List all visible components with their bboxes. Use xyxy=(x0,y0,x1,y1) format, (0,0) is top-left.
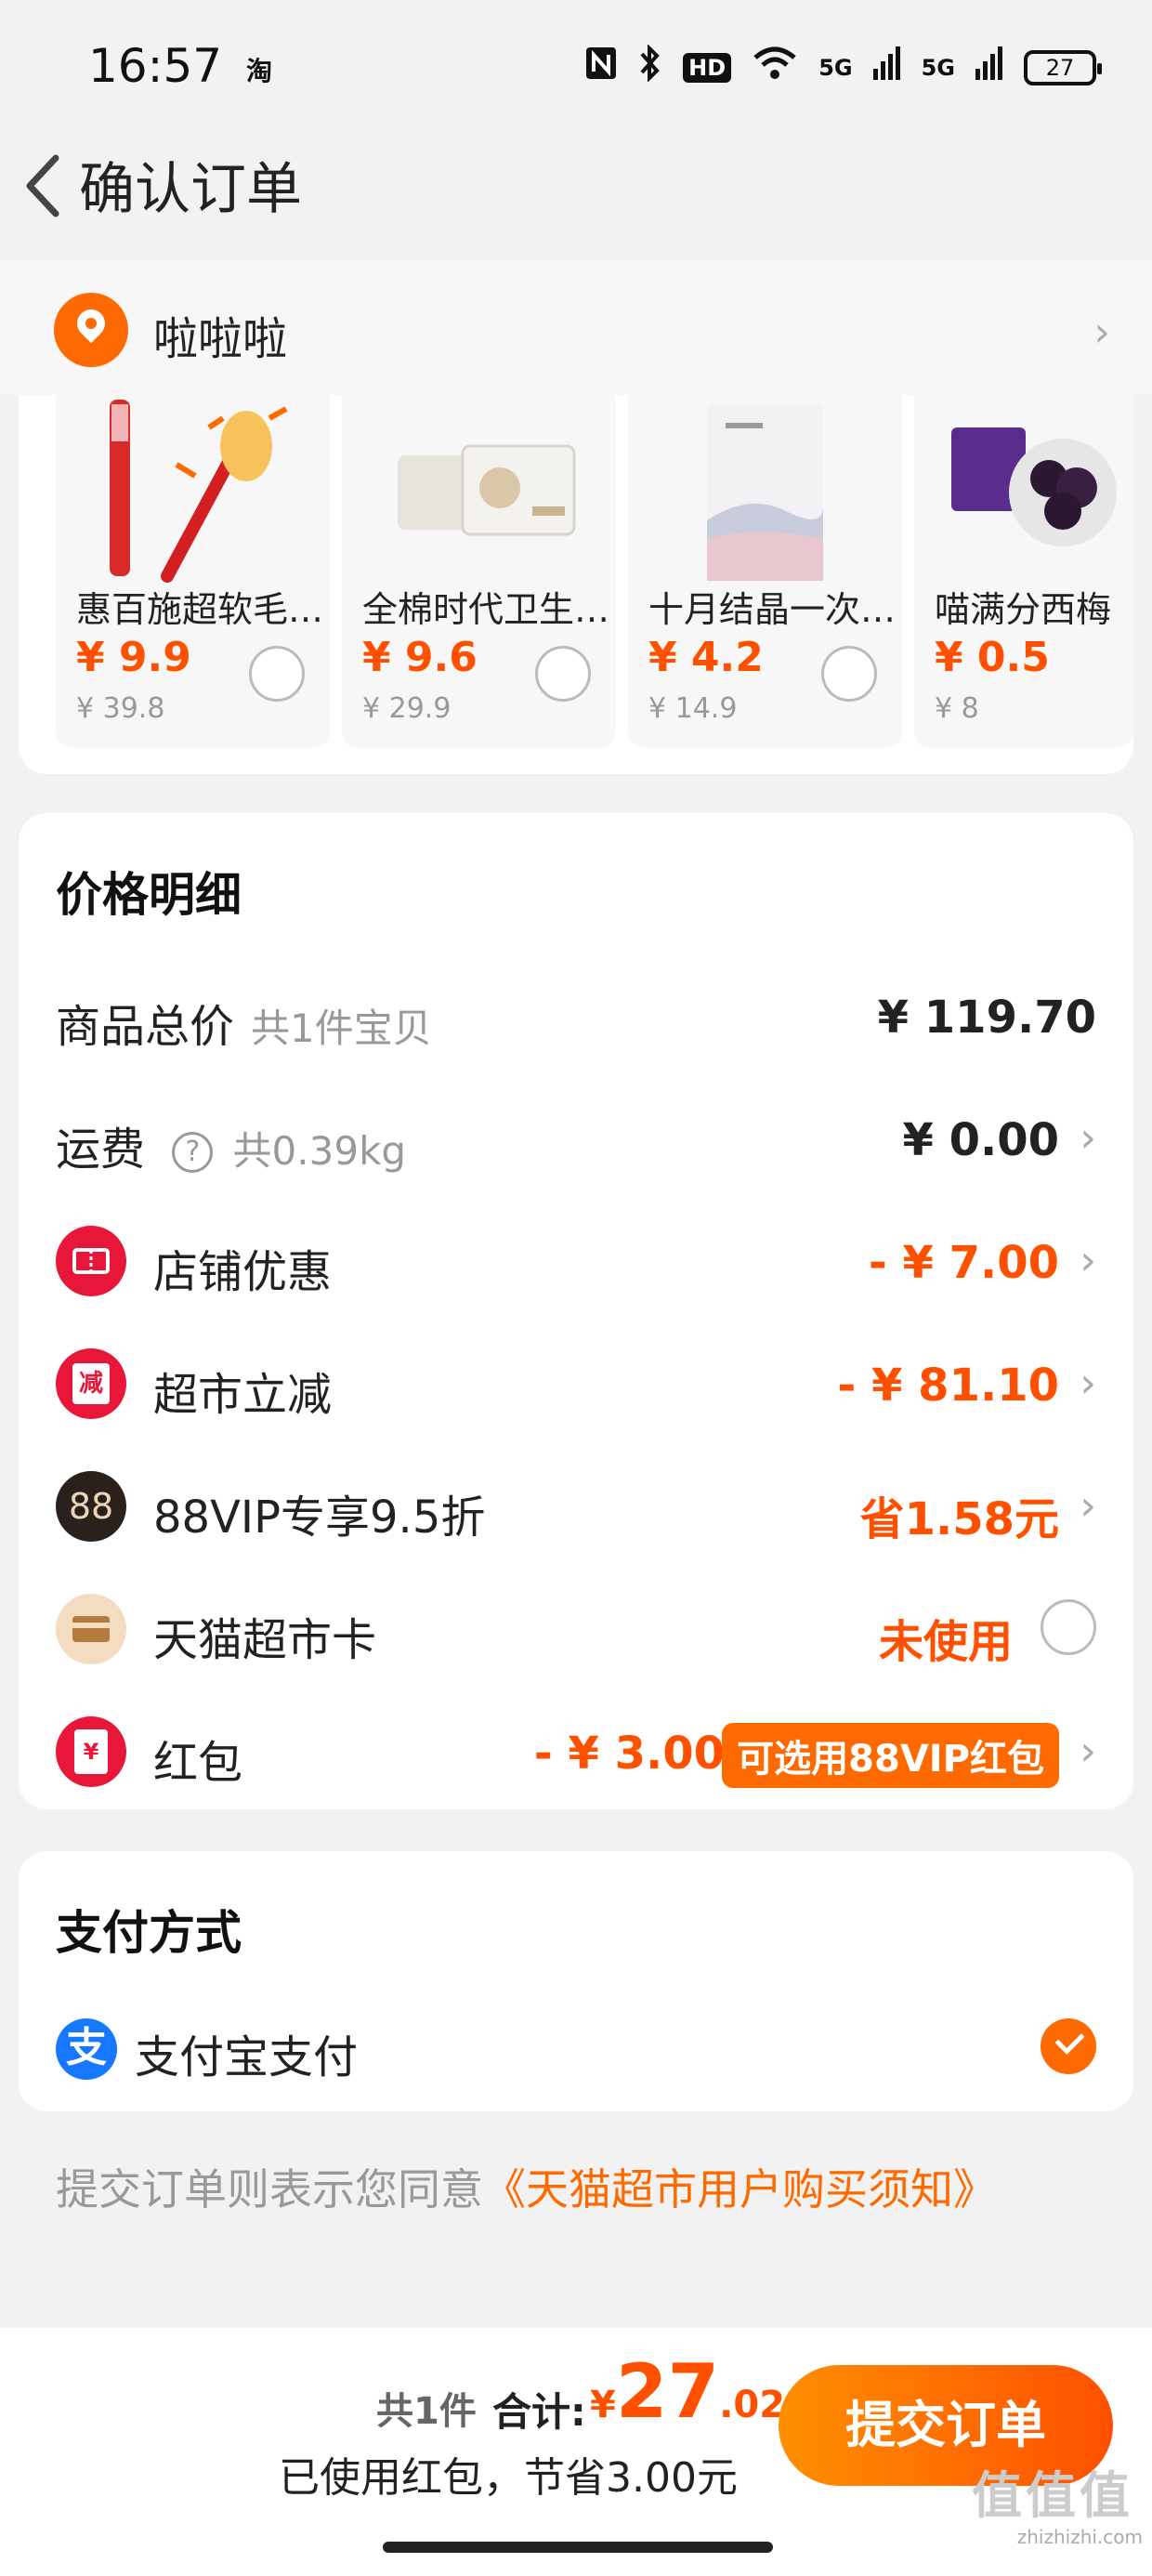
vip-discount-label: 88VIP专享9.5折 xyxy=(153,1492,486,1544)
subtotal-row: 商品总价 共1件宝贝 ¥ 119.70 xyxy=(19,964,1133,1066)
subtotal-count: 共1件宝贝 xyxy=(251,1005,432,1051)
product-select-radio[interactable] xyxy=(249,646,305,702)
vip-discount-row[interactable]: 88 88VIP专享9.5折 省1.58元 › xyxy=(19,1454,1133,1557)
product-price: ¥ 9.9 xyxy=(76,634,191,681)
alipay-icon: 支 xyxy=(56,2018,117,2080)
wifi-icon xyxy=(752,45,798,90)
alipay-label: 支付宝支付 xyxy=(135,2031,359,2083)
chevron-right-icon: › xyxy=(1080,1114,1096,1162)
vip-red-packet-tag[interactable]: 可选用88VIP红包 xyxy=(722,1723,1059,1788)
chevron-right-icon: › xyxy=(1080,1237,1096,1284)
total-label: 合计: xyxy=(492,2389,586,2435)
product-name: 喵满分西梅 xyxy=(935,589,1112,630)
location-pin-icon xyxy=(54,293,128,367)
toothbrush-image xyxy=(110,400,288,583)
item-count: 共1件 xyxy=(376,2390,477,2433)
prune-snack-image xyxy=(951,427,1117,546)
status-icons: HD 5G 5G 27 xyxy=(584,44,1102,90)
shipping-weight: 共0.39kg xyxy=(232,1128,407,1174)
add-on-products-card: 惠百施超软毛… ¥ 9.9 ¥ 39.8 全棉时代卫生… ¥ 9.6 ¥ 29.… xyxy=(19,395,1133,774)
home-indicator[interactable] xyxy=(383,2542,773,2553)
hd-icon: HD xyxy=(683,52,732,83)
product-original-price: ¥ 8 xyxy=(935,692,979,725)
product-price: ¥ 0.5 xyxy=(935,634,1050,681)
signal-5g-icon: 5G xyxy=(818,54,853,81)
discount-badge-icon: 减 xyxy=(56,1348,126,1419)
store-coupon-icon xyxy=(56,1226,126,1296)
store-discount-value: - ¥ 7.00 xyxy=(868,1237,1059,1289)
taobao-notification-icon: 淘 xyxy=(246,56,273,86)
chevron-right-icon: › xyxy=(1080,1482,1096,1530)
page-title: 确认订单 xyxy=(79,157,302,222)
total-integer: 27 xyxy=(615,2348,720,2435)
saved-text: 已使用红包，节省3.00元 xyxy=(279,2454,738,2502)
vip-discount-value: 省1.58元 xyxy=(859,1493,1059,1545)
price-detail-title: 价格明细 xyxy=(56,868,242,922)
supermarket-card-label: 天猫超市卡 xyxy=(153,1614,377,1666)
red-packet-value: - ¥ 3.00 xyxy=(533,1728,725,1780)
red-packet-row[interactable]: ¥ 红包 - ¥ 3.00 可选用88VIP红包 › xyxy=(19,1700,1133,1802)
selected-check-icon[interactable] xyxy=(1041,2018,1096,2074)
payment-title: 支付方式 xyxy=(56,1906,242,1960)
total-amount: ¥27.02 xyxy=(590,2348,785,2435)
help-question-icon[interactable]: ? xyxy=(172,1132,214,1173)
product-select-radio[interactable] xyxy=(821,646,877,702)
payment-method-card: 支付方式 支 支付宝支付 xyxy=(19,1851,1133,2111)
status-bar: 16:57 淘 HD 5G 5G 27 xyxy=(0,0,1152,139)
status-time: 16:57 xyxy=(88,39,223,93)
agreement-prefix: 提交订单则表示您同意 xyxy=(56,2164,483,2215)
shipping-label: 运费 xyxy=(56,1124,146,1176)
watermark-site: zhizhizhi.com xyxy=(1016,2526,1143,2548)
nfc-icon xyxy=(584,46,618,89)
signal-5g-icon: 5G xyxy=(921,54,955,81)
total-currency: ¥ xyxy=(590,2384,616,2426)
price-detail-card: 价格明细 商品总价 共1件宝贝 ¥ 119.70 运费 ? 共0.39kg ¥ 0… xyxy=(19,813,1133,1809)
subtotal-label: 商品总价 xyxy=(56,1001,235,1053)
shipping-row[interactable]: 运费 ? 共0.39kg ¥ 0.00 › xyxy=(19,1086,1133,1189)
signal-bars-icon xyxy=(975,46,1003,88)
red-packet-label: 红包 xyxy=(153,1737,243,1789)
store-discount-row[interactable]: 店铺优惠 - ¥ 7.00 › xyxy=(19,1209,1133,1311)
product-name: 十月结晶一次… xyxy=(648,589,897,630)
supermarket-card-radio[interactable] xyxy=(1041,1599,1096,1655)
sanitary-pad-image xyxy=(398,444,576,536)
signal-bars-icon xyxy=(872,46,901,88)
supermarket-discount-value: - ¥ 81.10 xyxy=(837,1360,1059,1412)
watermark-logo: 值值值 xyxy=(972,2466,1133,2525)
chevron-right-icon: › xyxy=(1080,1728,1096,1775)
total-decimal: .02 xyxy=(719,2384,786,2426)
red-packet-icon: ¥ xyxy=(56,1716,126,1787)
wallet-card-icon xyxy=(56,1594,126,1664)
product-original-price: ¥ 14.9 xyxy=(648,692,738,725)
battery-icon: 27 xyxy=(1024,49,1102,85)
store-discount-label: 店铺优惠 xyxy=(153,1246,333,1298)
vip-88-icon: 88 xyxy=(56,1471,126,1542)
product-name: 惠百施超软毛… xyxy=(76,589,324,630)
bluetooth-icon xyxy=(638,44,662,90)
supermarket-card-status: 未使用 xyxy=(878,1616,1013,1668)
product-price: ¥ 4.2 xyxy=(648,634,764,681)
supermarket-card-row: 天猫超市卡 未使用 xyxy=(19,1577,1133,1679)
agreement-text: 提交订单则表示您同意《天猫超市用户购买须知》 xyxy=(56,2156,996,2217)
product-card[interactable]: 喵满分西梅 ¥ 0.5 ¥ 8 xyxy=(914,395,1133,748)
back-arrow-icon[interactable] xyxy=(17,149,72,223)
product-price: ¥ 9.6 xyxy=(362,634,478,681)
product-original-price: ¥ 39.8 xyxy=(76,692,165,725)
address-name: 啦啦啦 xyxy=(153,313,288,365)
shipping-value: ¥ 0.00 xyxy=(902,1114,1059,1166)
supermarket-discount-row[interactable]: 减 超市立减 - ¥ 81.10 › xyxy=(19,1332,1133,1434)
purchase-terms-link[interactable]: 《天猫超市用户购买须知》 xyxy=(483,2164,996,2215)
chevron-right-icon: › xyxy=(1093,309,1110,356)
product-select-radio[interactable] xyxy=(535,646,591,702)
subtotal-value: ¥ 119.70 xyxy=(877,992,1096,1044)
chevron-right-icon: › xyxy=(1080,1360,1096,1407)
supermarket-discount-label: 超市立减 xyxy=(153,1369,333,1421)
maternity-pack-image xyxy=(707,404,823,581)
product-original-price: ¥ 29.9 xyxy=(362,692,452,725)
checkout-footer: 共1件 合计: ¥27.02 已使用红包，节省3.00元 提交订单 值值值 zh… xyxy=(0,2328,1152,2576)
product-name: 全棉时代卫生… xyxy=(362,589,610,630)
